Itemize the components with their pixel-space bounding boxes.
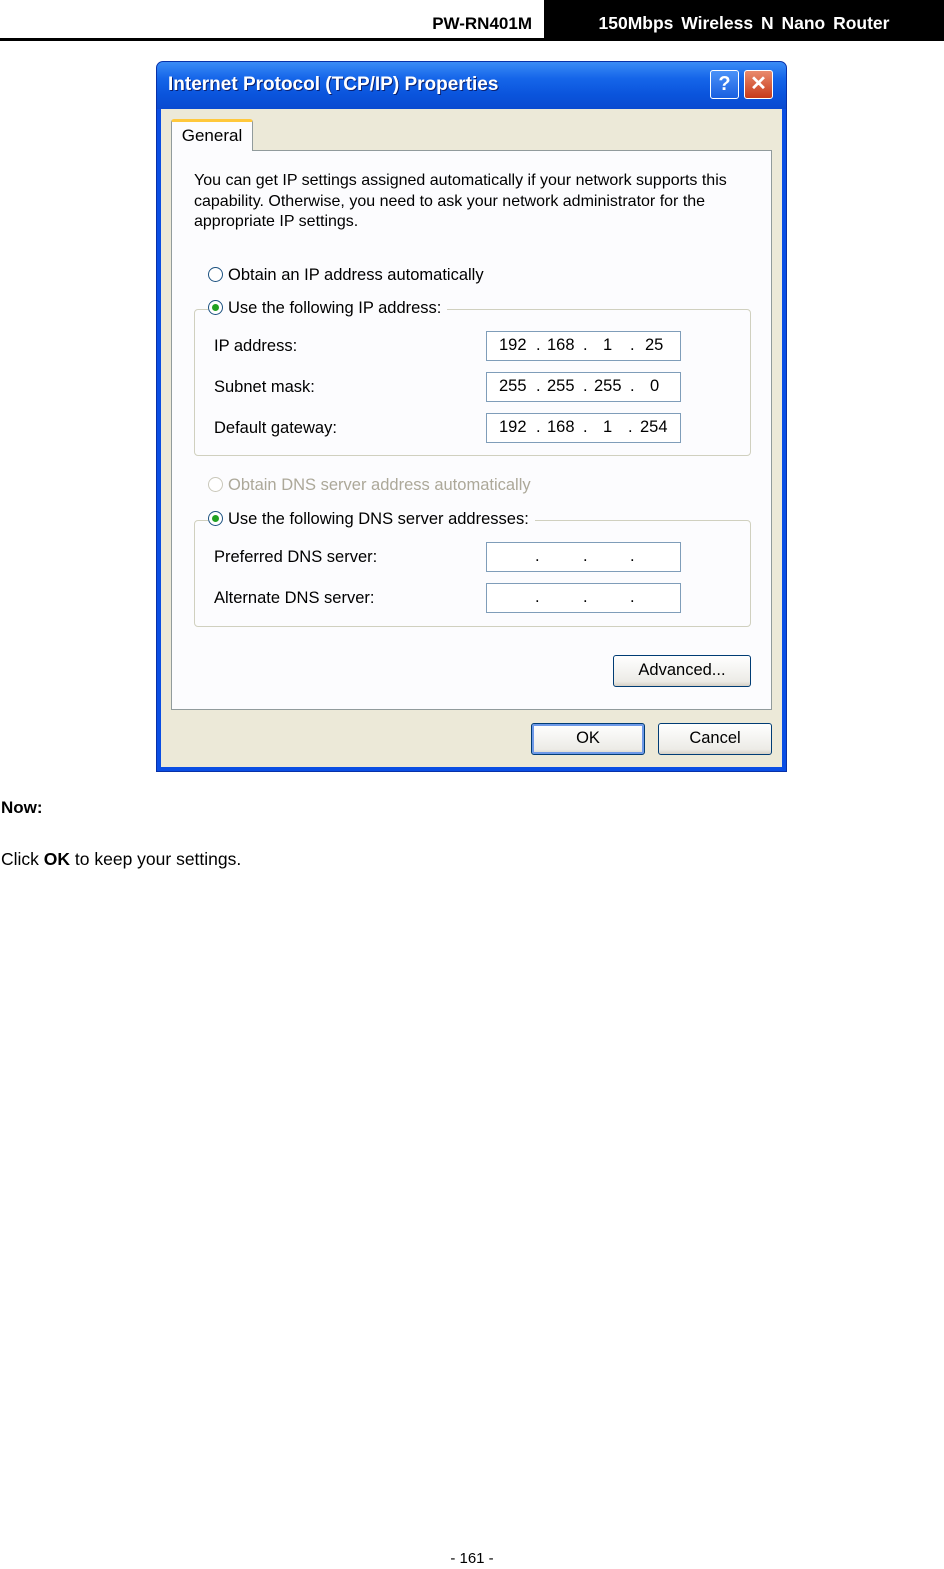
instruction-ok: OK [43,849,71,869]
ip-auto-label: Obtain an IP address automatically [228,266,484,284]
header-model: PW-RN401M [432,14,532,33]
dot: . [628,418,633,436]
octet: 255 [547,377,575,395]
dot: . [583,588,588,606]
dot: . [630,588,635,606]
close-icon[interactable]: ✕ [744,70,773,99]
tab-general[interactable]: General [171,119,253,151]
alternate-dns-input[interactable]: . . . [486,583,681,613]
dns-auto-label: Obtain DNS server address automatically [228,476,531,494]
octet: 25 [645,336,664,354]
dialog-client: General You can get IP settings assigned… [161,109,782,767]
default-gateway-input[interactable]: 192 . 168 . 1 . 254 [486,413,681,443]
dot: . [630,377,635,395]
dot: . [536,336,541,354]
octet: 168 [547,418,575,436]
ip-auto-option[interactable]: Obtain an IP address automatically [208,266,490,285]
octet: 192 [499,336,527,354]
dot: . [583,336,588,354]
dot: . [535,547,540,565]
preferred-dns-input[interactable]: . . . [486,542,681,572]
header-title: 150Mbps Wireless N Nano Router [544,0,944,38]
help-icon[interactable]: ? [710,70,739,99]
subnet-mask-input[interactable]: 255 . 255 . 255 . 0 [486,372,681,402]
dialog-title: Internet Protocol (TCP/IP) Properties [168,74,499,95]
instruction-suffix: to keep your settings. [70,849,242,869]
dot: . [536,418,541,436]
ip-auto-radio[interactable] [208,267,223,282]
ip-manual-option[interactable]: Use the following IP address: [208,299,448,318]
dot: . [583,418,588,436]
dialog-titlebar[interactable]: Internet Protocol (TCP/IP) Properties ? … [157,62,786,109]
dns-auto-option: Obtain DNS server address automatically [208,476,537,495]
advanced-button[interactable]: Advanced... [613,655,751,687]
octet: 255 [499,377,527,395]
preferred-dns-label: Preferred DNS server: [214,548,378,566]
instruction-prefix: Click [1,849,44,869]
dot: . [583,377,588,395]
dot: . [535,588,540,606]
dot: . [583,547,588,565]
subnet-mask-label: Subnet mask: [214,378,315,396]
octet: 255 [594,377,622,395]
ok-button[interactable]: OK [531,723,645,755]
dot: . [630,336,635,354]
general-panel: You can get IP settings assigned automat… [171,150,772,710]
ip-address-input[interactable]: 192 . 168 . 1 . 25 [486,331,681,361]
page-number: - 161 - [450,1550,494,1567]
header-rule [0,38,944,41]
tcpip-properties-dialog: Internet Protocol (TCP/IP) Properties ? … [156,61,787,772]
dns-manual-radio[interactable] [208,511,223,526]
dot: . [536,377,541,395]
alternate-dns-label: Alternate DNS server: [214,589,375,607]
octet: 0 [650,377,660,395]
dns-manual-label: Use the following DNS server addresses: [228,510,529,528]
octet: 1 [603,418,613,436]
now-heading: Now: [1,798,43,817]
instruction-text: Click OK to keep your settings. [1,849,241,870]
dns-manual-option[interactable]: Use the following DNS server addresses: [208,510,535,529]
octet: 1 [603,336,613,354]
octet: 192 [499,418,527,436]
dns-auto-radio [208,477,223,492]
octet: 168 [547,336,575,354]
default-gateway-label: Default gateway: [214,419,337,437]
cancel-button[interactable]: Cancel [658,723,772,755]
dot: . [630,547,635,565]
octet: 254 [640,418,668,436]
ip-manual-radio[interactable] [208,300,223,315]
ip-address-label: IP address: [214,337,298,355]
ip-manual-label: Use the following IP address: [228,299,442,317]
intro-text: You can get IP settings assigned automat… [194,172,727,230]
